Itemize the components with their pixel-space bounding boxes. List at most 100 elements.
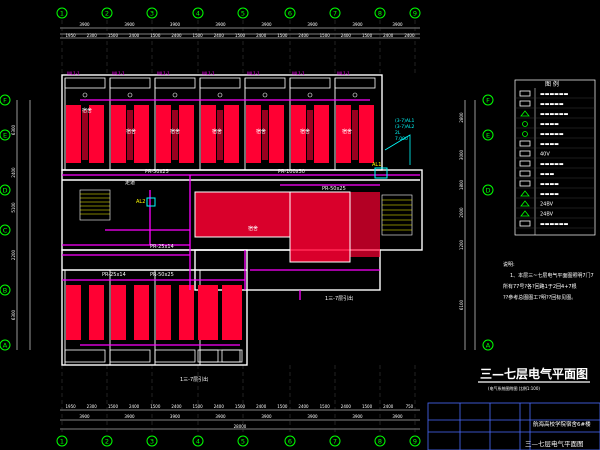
top-dim-1-2: 3900 [170,22,181,27]
legend-row-text: 24BV [540,212,554,218]
legend-row-text: ▬▬▬▬ [540,182,559,188]
bottom-axis-bubble-7: 7 [329,435,341,447]
bottom-dim-2-4: 3900 [261,414,272,419]
middle-right-room-fill [290,192,350,262]
bottom-axis-bubble-1-label: 1 [60,437,64,445]
distribution-box-al2: AL2 [136,197,156,207]
bottom-axis-bubble-2: 2 [101,435,113,447]
legend-row-text: ▬▬▬▬▬▬ [540,92,569,98]
switch-icon [519,160,531,167]
top-dim-2-5: 2400 [171,33,182,38]
room-circuit-tag: WL1-1 [337,71,350,76]
legend-row-socket-long: ▬▬▬▬▬▬ [515,220,595,229]
left-axis-bubble-B-label: B [3,286,7,294]
bottom-axis-bubble-3-label: 3 [150,437,154,445]
light-circle-icon [522,121,528,127]
top-axis-bubble-2: 2 [101,7,113,19]
bottom-dim-2-5: 3900 [307,414,318,419]
bottom-dim-1-4: 1500 [150,404,161,409]
top-axis-bubble-9: 9 [409,7,421,19]
left-axis-bubble-E: E [0,129,11,141]
right-dim-0: 2800 [459,112,464,123]
lower-dorm-room [64,270,106,365]
top-dim-2-15: 2400 [383,33,394,38]
left-axis-bubble-F-label: F [3,96,7,104]
top-axis-bubble-5-label: 5 [241,9,245,17]
top-axis-bubbles: 1 2 3 4 5 6 7 8 9 [56,7,421,19]
top-dim-2-16: 2400 [404,33,415,38]
notes-line-3: ??参考总图图工?明??回标见图。 [503,294,576,301]
room-circuit-tag: WL1-1 [157,71,170,76]
top-dim-2-3: 2400 [129,33,140,38]
lower-dorm-room [221,285,243,363]
right-axis-bubbles: F E D A [482,94,494,351]
top-dim-1-1: 3900 [124,22,135,27]
bottom-dim-1-0: 1950 [65,404,76,409]
upper-dorm-room: WL1-1 [154,71,196,170]
lower-dorm-room [109,270,151,365]
bottom-dim-1-2: 1500 [108,404,119,409]
right-stair [381,194,413,236]
bottom-dim-2-1: 3900 [124,414,135,419]
right-axis-bubble-E-label: E [486,131,490,139]
legend-row-text: ▬▬▬▬ [540,142,559,148]
left-axis-bubble-E-label: E [3,131,7,139]
right-dim-4: 1200 [459,239,464,250]
legend-row-square-mark: ▬▬▬ [515,170,595,179]
bottom-dim-1-16: 750 [406,404,414,409]
left-axis-bubbles: F E D C B A [0,94,11,351]
design-notes: 说明: 1、本层三~七层电气平面图照明7门7 所有77号?各?回路1于2回4+7… [503,261,594,301]
top-dim-2-7: 2400 [214,33,225,38]
legend-row-text: ▬▬▬▬ [540,122,559,128]
top-axis-bubble-1: 1 [56,7,68,19]
legend-row-triangle-mark: ▬▬▬▬ [515,190,595,199]
right-axis-bubble-D: D [482,184,494,196]
top-dim-2-14: 1500 [362,33,373,38]
top-axis-bubble-8-label: 8 [378,9,382,17]
bottom-axis-bubble-8: 8 [374,435,386,447]
right-dim-2: 1800 [459,179,464,190]
top-axis-bubble-9-label: 9 [413,9,417,17]
triangle-mark-icon [520,200,530,207]
lower-dorm-room [197,285,219,363]
legend-row-triangle-double: ▬▬▬▬▬▬ [515,110,595,119]
legend-row-light-circle: ▬▬▬▬ [515,121,595,129]
exit-light-icon [519,140,531,147]
legend-row-double-box: ▬▬▬▬▬ [515,100,595,109]
right-axis-bubble-D-label: D [485,186,490,194]
bottom-dim-2-0: 3900 [79,414,90,419]
upper-dorm-room: WL1-1 [199,71,241,170]
upper-dorm-rooms: WL1-1 WL1-1 WL1-1 WL1-1 WL1-1 WL1-1 WL1-1 [64,71,376,170]
left-axis-bubble-B: B [0,284,11,296]
legend-row-panel-box: ▬▬▬▬▬▬ [515,90,595,99]
right-axis-bubble-A: A [482,339,494,351]
dorm-label-4: 宿舍 [212,128,222,135]
legend-row-socket: 40V [515,150,595,159]
tray-label-top-left: PR-50x25 [145,169,169,175]
bottom-axis-bubble-5-label: 5 [241,437,245,445]
bottom-axis-bubble-4-label: 4 [196,437,200,445]
triangle-mark-icon [520,210,530,217]
right-room-fill [350,192,380,257]
left-axis-bubble-D-label: D [2,186,7,194]
bottom-dim-1-11: 2400 [298,404,309,409]
al1-label: AL1 [372,162,381,168]
bottom-axis-bubbles: 1 2 3 4 5 6 7 8 9 [56,435,421,447]
square-mark-icon [519,170,531,177]
bottom-axis-bubble-1: 1 [56,435,68,447]
left-axis-bubble-A: A [0,339,11,351]
middle-room-block [194,191,380,263]
bottom-dim-total: 28000 [234,424,247,429]
right-axis-bubble-A-label: A [486,341,491,349]
legend-row-text: ▬▬▬▬▬▬ [540,222,569,228]
legend-table: 图 例 ▬▬▬▬▬▬▬▬▬▬▬▬▬▬▬▬▬▬▬▬▬▬▬▬▬▬▬▬▬▬40V▬▬▬… [514,79,596,236]
top-axis-bubble-3: 3 [146,7,158,19]
upper-dorm-room: WL1-1 [334,71,376,170]
socket-long-icon [519,220,531,227]
double-box-icon [519,100,531,107]
right-dim-5: 6100 [459,299,464,310]
room-circuit-tag: WL1-1 [202,71,215,76]
bottom-dim-2-3: 3900 [215,414,226,419]
drawing-title: 三—七层电气平面图 [480,366,588,381]
al2-label: AL2 [136,199,145,205]
